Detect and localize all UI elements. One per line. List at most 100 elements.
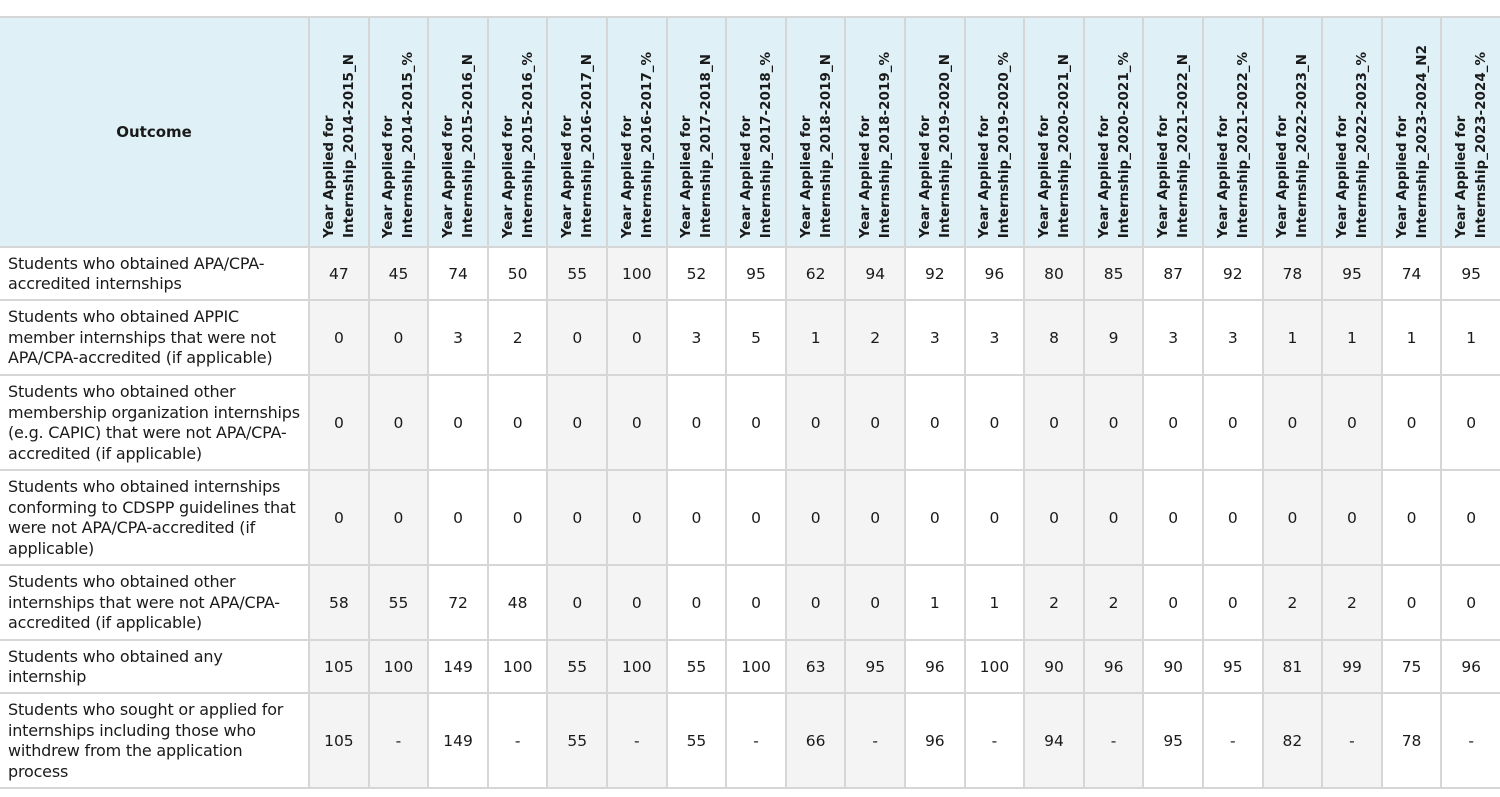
- row-label: Students who obtained any internship: [0, 639, 311, 694]
- table-cell: 96: [963, 246, 1026, 301]
- column-header: Year Applied for Internship_2016-2017_%: [606, 16, 668, 248]
- table-cell: 0: [1380, 564, 1443, 641]
- table-cell: 2: [1261, 564, 1324, 641]
- column-header: Year Applied for Internship_2016-2017_N: [546, 16, 609, 248]
- table-cell: 0: [546, 299, 609, 376]
- table-cell: 0: [1023, 469, 1085, 566]
- column-header: Year Applied for Internship_2014-2015_%: [367, 16, 430, 248]
- table-cell: 3: [427, 299, 489, 376]
- table-row: Students who obtained other membership o…: [0, 374, 1500, 471]
- column-header: Year Applied for Internship_2015-2016_%: [486, 16, 549, 248]
- column-header-text: Year Applied for Internship_2017-2018_N: [676, 54, 716, 238]
- table-cell: 100: [606, 639, 668, 694]
- table-cell: 0: [844, 374, 907, 471]
- table-cell: 78: [1380, 692, 1443, 789]
- table-cell: 92: [1201, 246, 1264, 301]
- table-cell: 100: [725, 639, 787, 694]
- table-cell: 1: [784, 299, 847, 376]
- column-header-line1: Year Applied for: [738, 115, 755, 238]
- table-cell: 80: [1023, 246, 1085, 301]
- table-cell: 0: [725, 374, 787, 471]
- table-cell: 0: [665, 469, 728, 566]
- row-label: Students who sought or applied for inter…: [0, 692, 311, 789]
- column-header-line2: Internship_2015-2016_%: [519, 51, 536, 238]
- table-cell: 2: [1023, 564, 1085, 641]
- column-header: Year Applied for Internship_2021-2022_N: [1142, 16, 1204, 248]
- column-header-line1: Year Applied for: [678, 115, 695, 238]
- table-cell: 0: [1380, 469, 1443, 566]
- column-header: Year Applied for Internship_2018-2019_N: [784, 16, 847, 248]
- column-header-line2: Internship_2022-2023_%: [1353, 51, 1370, 238]
- table-cell: 92: [904, 246, 966, 301]
- column-header-text: Year Applied for Internship_2016-2017_N: [557, 54, 597, 238]
- table-cell: 0: [606, 564, 668, 641]
- column-header-text: Year Applied for Internship_2023-2024_N2: [1392, 45, 1432, 238]
- table-cell: -: [1201, 692, 1264, 789]
- table-cell: 99: [1321, 639, 1383, 694]
- column-header-text: Year Applied for Internship_2023-2024_%: [1451, 52, 1491, 238]
- table-cell: 0: [784, 374, 847, 471]
- table-cell: 0: [1023, 374, 1085, 471]
- table-cell: 0: [844, 564, 907, 641]
- table-cell: 95: [1321, 246, 1383, 301]
- column-header-line2: Internship_2023-2024_N2: [1413, 44, 1430, 238]
- table-cell: 96: [1082, 639, 1145, 694]
- table-cell: 0: [546, 564, 609, 641]
- table-cell: 50: [486, 246, 549, 301]
- column-header-line1: Year Applied for: [1274, 115, 1291, 238]
- table-cell: 96: [904, 639, 966, 694]
- table-cell: -: [725, 692, 787, 789]
- table-cell: 1: [1440, 299, 1500, 376]
- column-header: Year Applied for Internship_2017-2018_N: [665, 16, 728, 248]
- table-cell: 96: [904, 692, 966, 789]
- table-cell: 0: [486, 469, 549, 566]
- column-header-line2: Internship_2017-2018_N: [698, 54, 715, 238]
- table-cell: 3: [963, 299, 1026, 376]
- table-cell: 90: [1142, 639, 1204, 694]
- table-cell: 95: [1142, 692, 1204, 789]
- table-cell: 48: [486, 564, 549, 641]
- table-cell: 149: [427, 639, 489, 694]
- column-header-text: Year Applied for Internship_2021-2022_N: [1153, 54, 1193, 238]
- column-header-text: Year Applied for Internship_2022-2023_%: [1332, 52, 1372, 238]
- column-header-line1: Year Applied for: [1393, 115, 1410, 238]
- row-label: Students who obtained other membership o…: [0, 374, 311, 471]
- column-header-text: Year Applied for Internship_2020-2021_N: [1034, 54, 1074, 238]
- table-row: Students who obtained internships confor…: [0, 469, 1500, 566]
- column-header-line1: Year Applied for: [440, 115, 457, 238]
- column-header-line1: Year Applied for: [320, 115, 337, 238]
- column-header-line2: Internship_2022-2023_N: [1294, 54, 1311, 238]
- table-cell: 0: [427, 469, 489, 566]
- table-cell: 0: [665, 564, 728, 641]
- column-header: Year Applied for Internship_2019-2020_%: [963, 16, 1026, 248]
- row-label: Students who obtained other internships …: [0, 564, 311, 641]
- column-header-text: Year Applied for Internship_2015-2016_%: [498, 52, 538, 238]
- table-cell: 74: [427, 246, 489, 301]
- table-cell: 0: [1082, 374, 1145, 471]
- column-header-text: Year Applied for Internship_2018-2019_N: [796, 54, 836, 238]
- column-header-line1: Year Applied for: [499, 115, 516, 238]
- table-row: Students who obtained other internships …: [0, 564, 1500, 641]
- table-cell: 45: [367, 246, 430, 301]
- table-row: Students who obtained any internship 105 1…: [0, 639, 1500, 694]
- table-cell: 95: [1201, 639, 1264, 694]
- table-cell: 0: [1261, 374, 1324, 471]
- table-cell: -: [486, 692, 549, 789]
- column-header-line1: Year Applied for: [1095, 115, 1112, 238]
- table-cell: 62: [784, 246, 847, 301]
- table-cell: 90: [1023, 639, 1085, 694]
- column-header-text: Year Applied for Internship_2021-2022_%: [1213, 52, 1253, 238]
- table-cell: 8: [1023, 299, 1085, 376]
- table-cell: 0: [367, 374, 430, 471]
- table-cell: 0: [784, 564, 847, 641]
- table-cell: 0: [308, 469, 370, 566]
- table-cell: 0: [1201, 469, 1264, 566]
- column-header: Year Applied for Internship_2017-2018_%: [725, 16, 787, 248]
- table-cell: 52: [665, 246, 728, 301]
- table-cell: 0: [308, 374, 370, 471]
- table-cell: 3: [665, 299, 728, 376]
- column-header: Year Applied for Internship_2023-2024_N2: [1380, 16, 1443, 248]
- table-cell: 1: [963, 564, 1026, 641]
- internship-outcomes-table: Outcome Year Applied for Internship_2014-…: [0, 16, 1500, 789]
- column-header-text: Year Applied for Internship_2016-2017_%: [617, 52, 657, 238]
